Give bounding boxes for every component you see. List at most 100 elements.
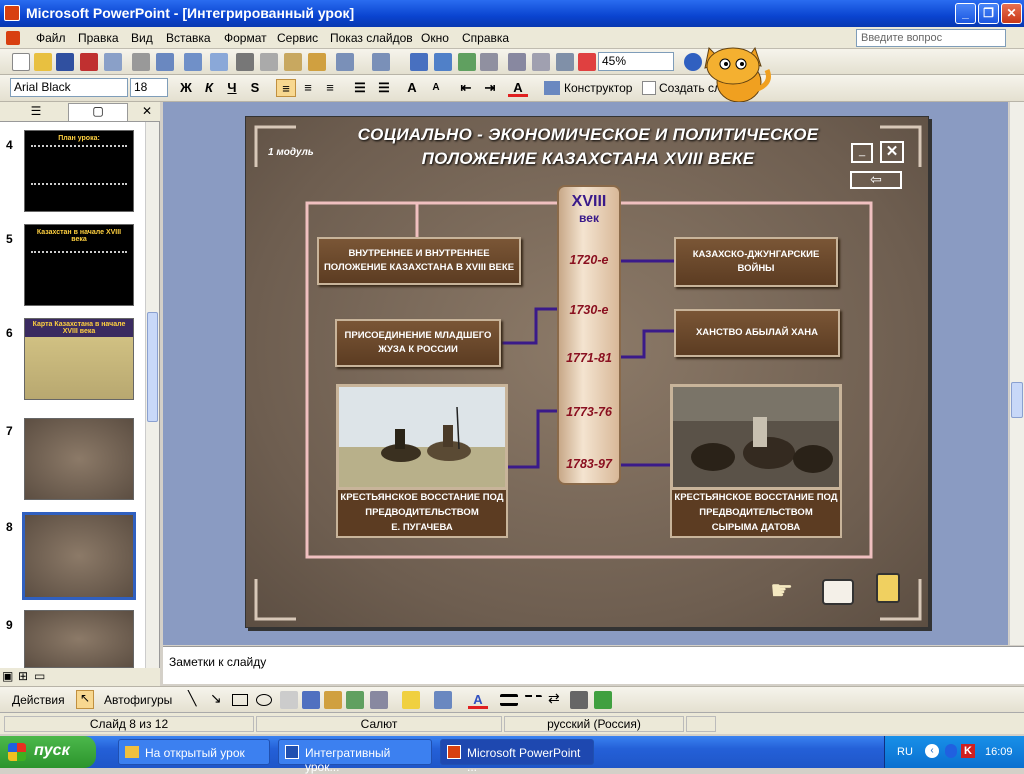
powerpoint-app-icon[interactable] [4, 5, 20, 21]
task-word[interactable]: Интегративный урок... [278, 739, 432, 774]
zoom-select[interactable]: 45% [598, 52, 674, 71]
menu-view[interactable]: Вид [131, 31, 153, 45]
fill-color-icon[interactable] [402, 691, 420, 709]
hand-pointer-icon[interactable]: ☛ [770, 575, 804, 605]
slide-thumbnail-7[interactable] [24, 418, 134, 500]
pugachev-painting[interactable] [336, 384, 508, 490]
autoshapes-menu[interactable]: Автофигуры [104, 693, 172, 707]
menu-tools[interactable]: Сервис [277, 31, 318, 45]
rectangle-icon[interactable] [232, 694, 248, 706]
font-color-icon[interactable]: A [508, 79, 528, 97]
back-arrow-icon[interactable]: ⇦ [850, 171, 902, 189]
save-icon[interactable] [56, 53, 74, 71]
close-button[interactable]: ✕ [1001, 3, 1022, 24]
slide-thumbnail-4[interactable]: План урока: [24, 130, 134, 212]
permission-icon[interactable] [80, 53, 98, 71]
minimize-slide-icon[interactable]: _ [851, 143, 873, 163]
menu-slideshow[interactable]: Показ слайдов [330, 31, 413, 45]
preview-icon[interactable] [156, 53, 174, 71]
copy-icon[interactable] [260, 53, 278, 71]
task-powerpoint[interactable]: Microsoft PowerPoint ... [440, 739, 594, 774]
decrease-font-icon[interactable]: A [426, 79, 446, 97]
3d-style-icon[interactable] [594, 691, 612, 709]
textbox-icon[interactable] [280, 691, 298, 709]
menu-window[interactable]: Окно [421, 31, 449, 45]
slide-thumbnail-6[interactable]: Карта Казахстана в начале XVIII века [24, 318, 134, 400]
maximize-button[interactable]: ❐ [978, 3, 999, 24]
numbering-icon[interactable]: ☰ [350, 79, 370, 97]
undo-icon[interactable] [336, 53, 354, 71]
thumbnails-scrollbar[interactable] [145, 122, 159, 668]
font-select[interactable]: Arial Black [10, 78, 128, 97]
font-size-select[interactable]: 18 [130, 78, 168, 97]
normal-view-icon[interactable]: ▣ [2, 669, 13, 683]
calculator-icon[interactable] [876, 573, 900, 603]
new-icon[interactable] [12, 53, 30, 71]
task-folder[interactable]: На открытый урок [118, 739, 270, 765]
menu-edit[interactable]: Правка [78, 31, 119, 45]
clock[interactable]: 16:09 [985, 746, 1013, 758]
align-left-icon[interactable]: ≡ [276, 79, 296, 97]
box-ablai-khanate[interactable]: ХАНСТВО АБЫЛАЙ ХАНА [674, 309, 840, 357]
grid-icon[interactable] [556, 53, 574, 71]
picture-icon[interactable] [370, 691, 388, 709]
datov-painting[interactable] [670, 384, 842, 490]
year-1730[interactable]: 1730-е [559, 303, 619, 317]
scroll-thumb[interactable] [1011, 382, 1023, 418]
menu-insert[interactable]: Вставка [166, 31, 211, 45]
wordart-icon[interactable] [302, 691, 320, 709]
menu-help[interactable]: Справка [462, 31, 509, 45]
italic-button[interactable]: К [199, 79, 219, 97]
close-slide-icon[interactable]: ✕ [880, 141, 904, 163]
tab-outline-icon[interactable]: ☰ [6, 104, 66, 120]
shadow-button[interactable]: S [245, 79, 265, 97]
align-center-icon[interactable]: ≡ [298, 79, 318, 97]
arrow-icon[interactable]: ↘ [210, 690, 222, 707]
ask-question-input[interactable]: Введите вопрос [856, 29, 1006, 47]
box-junior-zhuz[interactable]: ПРИСОЕДИНЕНИЕ МЛАДШЕГО ЖУЗА К РОССИИ [335, 319, 501, 367]
insert-chart-icon[interactable] [410, 53, 428, 71]
select-pointer-icon[interactable]: ↖ [76, 690, 94, 709]
office-assistant-cat-icon[interactable] [695, 40, 777, 106]
slide[interactable]: 1 модуль СОЦИАЛЬНО - ЭКОНОМИЧЕСКОЕ И ПОЛ… [245, 116, 929, 628]
slide-thumbnail-5[interactable]: Казахстан в начале XVIII века [24, 224, 134, 306]
line-icon[interactable]: ╲ [188, 690, 196, 707]
color-grayscale-icon[interactable] [578, 53, 596, 71]
oval-icon[interactable] [256, 694, 272, 706]
decrease-indent-icon[interactable]: ⇤ [456, 79, 476, 97]
open-icon[interactable] [34, 53, 52, 71]
slide-thumbnail-8-selected[interactable] [22, 512, 136, 600]
diagram-icon[interactable] [324, 691, 342, 709]
minimize-button[interactable]: _ [955, 3, 976, 24]
hyperlink-icon[interactable] [480, 53, 498, 71]
box-kazakh-dzungar-wars[interactable]: КАЗАХСКО-ДЖУНГАРСКИЕ ВОЙНЫ [674, 237, 838, 287]
cut-icon[interactable] [236, 53, 254, 71]
show-formatting-icon[interactable] [532, 53, 550, 71]
underline-button[interactable]: Ч [222, 79, 242, 97]
email-icon[interactable] [104, 53, 122, 71]
designer-button[interactable]: Конструктор [564, 81, 632, 95]
tab-slides-icon[interactable]: ▢ [68, 103, 128, 121]
canvas-scrollbar[interactable] [1009, 102, 1024, 645]
bullets-icon[interactable]: ☰ [374, 79, 394, 97]
menu-file[interactable]: Файл [36, 31, 66, 45]
actions-menu[interactable]: Действия [12, 693, 65, 707]
slide-thumbnail-9[interactable] [24, 610, 134, 668]
scroll-thumb[interactable] [147, 312, 158, 422]
shadow-style-icon[interactable] [570, 691, 588, 709]
slideshow-view-icon[interactable]: ▭ [34, 669, 45, 683]
language-indicator[interactable]: RU [897, 746, 913, 758]
kaspersky-icon[interactable]: K [961, 744, 975, 758]
start-button[interactable]: пуск [0, 736, 96, 768]
increase-indent-icon[interactable]: ⇥ [480, 79, 500, 97]
insert-diagram-icon[interactable] [458, 53, 476, 71]
bold-button[interactable]: Ж [176, 79, 196, 97]
notepad-icon[interactable] [822, 579, 854, 605]
tray-arrow-icon[interactable]: ‹ [925, 744, 939, 758]
format-painter-icon[interactable] [308, 53, 326, 71]
sorter-view-icon[interactable]: ⊞ [18, 669, 28, 683]
arrow-style-icon[interactable]: ⇄ [548, 690, 560, 707]
spelling-icon[interactable] [184, 53, 202, 71]
font-color-draw-icon[interactable]: A [468, 691, 488, 709]
menu-format[interactable]: Формат [224, 31, 267, 45]
